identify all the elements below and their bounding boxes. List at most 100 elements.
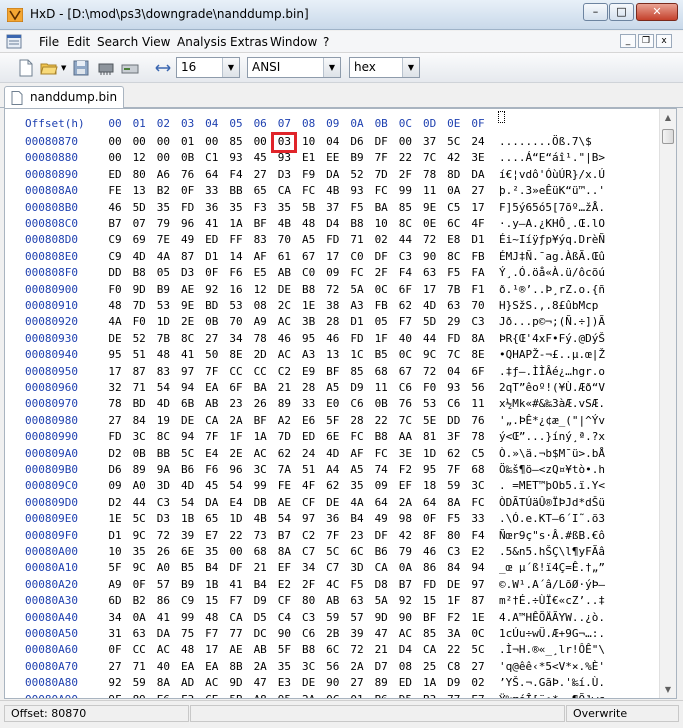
hex-byte[interactable]: 9D bbox=[227, 676, 245, 689]
hex-byte[interactable]: 5D bbox=[421, 315, 439, 328]
hex-byte[interactable]: DC bbox=[251, 627, 269, 640]
hex-byte[interactable]: E4 bbox=[203, 447, 221, 460]
menu-extras[interactable]: Extras bbox=[230, 35, 268, 49]
hex-byte[interactable]: D3 bbox=[154, 512, 172, 525]
hex-byte[interactable]: C2 bbox=[300, 529, 318, 542]
hex-row[interactable]: 000809C0 09 A0 3D 4D 45 54 99 FE 4F 62 35 09 EF 18 59 3C… bbox=[5, 479, 655, 495]
row-text[interactable]: x½Mk«#&‰3àÆ.vSÆ. bbox=[499, 397, 605, 410]
hex-byte[interactable]: B4 bbox=[348, 512, 366, 525]
hex-row[interactable]: 00080A90 9F 89 E6 F3 CE 5B A8 95 2A 0C 01 B6 D5 B3 77 E7… bbox=[5, 693, 655, 698]
menu-file[interactable]: File bbox=[39, 35, 59, 49]
hex-byte[interactable]: 8A bbox=[154, 676, 172, 689]
hex-byte[interactable]: F0 bbox=[130, 315, 148, 328]
row-text[interactable]: ©.W¹.A´â/LõØ·ýÞ— bbox=[499, 578, 605, 591]
hex-byte[interactable]: FC bbox=[469, 496, 487, 509]
hex-byte[interactable]: 86 bbox=[421, 561, 439, 574]
hex-byte[interactable]: 23 bbox=[348, 529, 366, 542]
hex-byte[interactable]: 84 bbox=[130, 414, 148, 427]
hex-byte[interactable]: DE bbox=[179, 414, 197, 427]
hex-byte[interactable]: 6E bbox=[324, 430, 342, 443]
hex-byte[interactable]: C9 bbox=[106, 250, 124, 263]
hex-byte[interactable]: A5 bbox=[300, 233, 318, 246]
mdi-close-button[interactable]: x bbox=[656, 34, 672, 48]
hex-byte[interactable]: 44 bbox=[421, 332, 439, 345]
row-text[interactable]: 4.A™HÊÕÄÃYW..¿ò. bbox=[499, 611, 605, 624]
hex-byte[interactable]: FC bbox=[348, 266, 366, 279]
hex-byte[interactable]: 1B bbox=[179, 512, 197, 525]
hex-byte[interactable]: DE bbox=[445, 578, 463, 591]
hex-byte[interactable]: D9 bbox=[348, 381, 366, 394]
disk-drive-icon[interactable] bbox=[121, 59, 139, 77]
hex-byte[interactable]: D5 bbox=[251, 611, 269, 624]
hex-byte[interactable]: FE bbox=[106, 184, 124, 197]
hex-row[interactable]: 000808B0 46 5D 35 FD 36 35 F3 35 5B 37 F5 BA 85 9E C5 17… bbox=[5, 201, 655, 217]
hex-byte[interactable]: 87 bbox=[130, 365, 148, 378]
hex-byte[interactable]: 48 bbox=[179, 643, 197, 656]
hex-byte[interactable]: 17 bbox=[469, 201, 487, 214]
hex-byte[interactable]: 3C bbox=[300, 660, 318, 673]
hex-byte[interactable]: FD bbox=[106, 430, 124, 443]
hex-byte[interactable]: 79 bbox=[154, 217, 172, 230]
hex-byte[interactable]: EA bbox=[203, 660, 221, 673]
hex-byte[interactable]: 3D bbox=[348, 561, 366, 574]
hex-byte[interactable]: FB bbox=[469, 250, 487, 263]
hex-byte[interactable]: 39 bbox=[348, 627, 366, 640]
hex-byte[interactable]: 97 bbox=[469, 578, 487, 591]
hex-byte[interactable]: C5 bbox=[445, 201, 463, 214]
hex-byte[interactable]: CA bbox=[372, 561, 390, 574]
hex-byte[interactable]: 09 bbox=[324, 266, 342, 279]
hex-byte[interactable]: 00 bbox=[106, 135, 124, 148]
hex-byte[interactable]: 46 bbox=[421, 545, 439, 558]
hex-byte[interactable]: 1A bbox=[421, 676, 439, 689]
hex-byte[interactable]: 95 bbox=[300, 332, 318, 345]
hex-byte[interactable]: 5C bbox=[130, 512, 148, 525]
hex-byte[interactable]: 7B bbox=[154, 332, 172, 345]
hex-byte[interactable]: 00 bbox=[106, 151, 124, 164]
hex-byte[interactable]: 10 bbox=[372, 217, 390, 230]
hex-byte[interactable]: 80 bbox=[300, 594, 318, 607]
hex-byte[interactable]: 10 bbox=[300, 135, 318, 148]
hex-byte[interactable]: 89 bbox=[130, 693, 148, 698]
row-text[interactable]: H}SžS.,.8£ûbMcp bbox=[499, 299, 598, 312]
hex-byte[interactable]: B8 bbox=[348, 217, 366, 230]
hex-byte[interactable]: 35 bbox=[348, 479, 366, 492]
hex-byte[interactable]: EE bbox=[324, 151, 342, 164]
hex-byte[interactable]: FD bbox=[348, 332, 366, 345]
hex-byte[interactable]: F2 bbox=[396, 463, 414, 476]
hex-byte[interactable]: B8 bbox=[300, 643, 318, 656]
hex-byte[interactable]: 42 bbox=[396, 529, 414, 542]
row-text[interactable]: Jð...p©¬;(Ñ.÷])Ã bbox=[499, 315, 605, 328]
hex-byte[interactable]: D1 bbox=[203, 250, 221, 263]
hex-byte[interactable]: 29 bbox=[445, 315, 463, 328]
hex-byte[interactable]: AD bbox=[179, 676, 197, 689]
hex-byte[interactable]: 90 bbox=[421, 250, 439, 263]
row-text[interactable]: . =MET™þOb5.ï.Y< bbox=[499, 479, 605, 492]
hex-byte[interactable]: 65 bbox=[203, 512, 221, 525]
hex-byte[interactable]: 2A bbox=[251, 660, 269, 673]
hex-byte[interactable]: 64 bbox=[203, 168, 221, 181]
hex-byte[interactable]: 71 bbox=[130, 381, 148, 394]
hex-byte[interactable]: 6F bbox=[396, 283, 414, 296]
hex-byte[interactable]: 72 bbox=[421, 233, 439, 246]
hex-byte[interactable]: F0 bbox=[421, 381, 439, 394]
hex-byte[interactable]: A2 bbox=[275, 414, 293, 427]
hex-byte[interactable]: 35 bbox=[275, 660, 293, 673]
row-text[interactable]: 'q@êê‹*5<V*×.%È' bbox=[499, 660, 605, 673]
hex-byte[interactable]: 33 bbox=[469, 512, 487, 525]
hex-byte[interactable]: 53 bbox=[227, 299, 245, 312]
hex-byte[interactable]: 95 bbox=[421, 463, 439, 476]
hex-byte[interactable]: E9 bbox=[300, 365, 318, 378]
hex-row[interactable]: 00080990 FD 3C 8C 94 7F 1F 1A 7D ED 6E FC B8 AA 81 3F 78… bbox=[5, 430, 655, 446]
row-text[interactable]: Ñœr9ç"s·Â.#ßB.€ô bbox=[499, 529, 605, 542]
hex-byte[interactable]: AB bbox=[275, 266, 293, 279]
hex-byte[interactable]: B6 bbox=[372, 545, 390, 558]
hex-byte[interactable]: E6 bbox=[154, 693, 172, 698]
hex-byte[interactable]: B6 bbox=[179, 463, 197, 476]
hex-byte[interactable]: B5 bbox=[372, 348, 390, 361]
hex-byte[interactable]: 78 bbox=[469, 430, 487, 443]
hex-byte[interactable]: 4D bbox=[179, 479, 197, 492]
row-text[interactable]: 2qT”êoº!(¥Ù.Æð“V bbox=[499, 381, 605, 394]
hex-byte[interactable]: 7C bbox=[445, 348, 463, 361]
row-text[interactable]: F]5ý65ó5[7õº…žÅ. bbox=[499, 201, 605, 214]
menu-edit[interactable]: Edit bbox=[67, 35, 90, 49]
